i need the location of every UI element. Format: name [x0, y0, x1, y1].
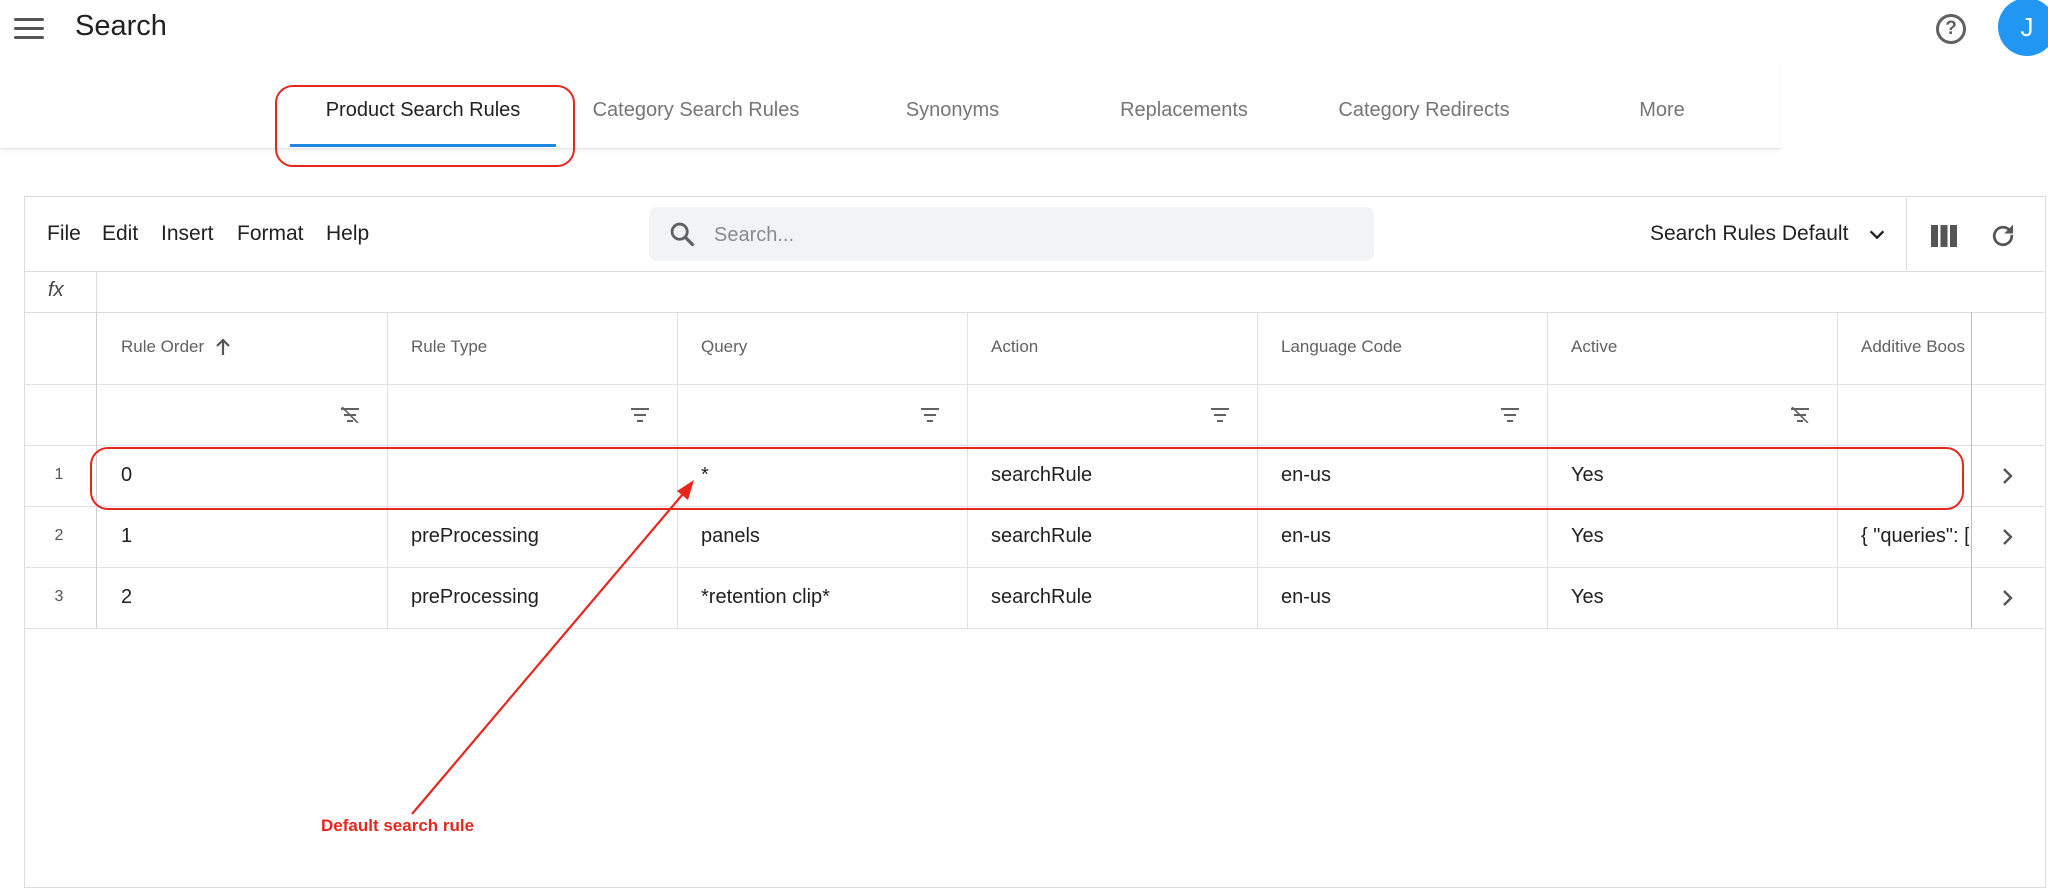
- filter-icon[interactable]: [630, 407, 650, 423]
- filter-off-icon[interactable]: [340, 407, 360, 423]
- column-header-rule-order[interactable]: Rule Order: [121, 337, 204, 357]
- column-header-additive-boost[interactable]: Additive Boos: [1861, 337, 1969, 357]
- toolbar-divider: [1906, 198, 1907, 270]
- cell-query[interactable]: panels: [701, 525, 760, 548]
- chevron-down-icon[interactable]: [1866, 224, 1888, 246]
- fx-divider: [96, 272, 97, 312]
- chevron-right-icon[interactable]: [1998, 528, 2016, 546]
- column-header-rule-type[interactable]: Rule Type: [411, 337, 487, 357]
- avatar[interactable]: J: [1998, 0, 2048, 56]
- help-icon[interactable]: ?: [1936, 14, 1966, 44]
- menu-format[interactable]: Format: [237, 222, 304, 246]
- cell-language-code[interactable]: en-us: [1281, 525, 1331, 548]
- filter-icon[interactable]: [1500, 407, 1520, 423]
- cell-rule-order[interactable]: 2: [121, 586, 132, 609]
- tab-category-search-rules[interactable]: Category Search Rules: [580, 99, 812, 122]
- cell-additive-boost[interactable]: { "queries": [: [1861, 525, 1969, 548]
- columns-icon[interactable]: [1931, 225, 1957, 247]
- cell-language-code[interactable]: en-us: [1281, 586, 1331, 609]
- cell-rule-order[interactable]: 1: [121, 525, 132, 548]
- column-header-active[interactable]: Active: [1571, 337, 1617, 357]
- row-divider: [24, 628, 2044, 629]
- menu-icon[interactable]: [14, 18, 44, 42]
- sort-ascending-icon[interactable]: [214, 337, 232, 357]
- row-number: 3: [54, 588, 64, 605]
- formula-bar[interactable]: [24, 271, 2044, 313]
- filter-icon[interactable]: [920, 407, 940, 423]
- column-header-query[interactable]: Query: [701, 337, 747, 357]
- chevron-right-icon[interactable]: [1998, 467, 2016, 485]
- filter-icon[interactable]: [1210, 407, 1230, 423]
- cell-query[interactable]: *retention clip*: [701, 586, 830, 609]
- column-header-action[interactable]: Action: [991, 337, 1038, 357]
- annotation-tab-highlight: [275, 85, 575, 167]
- cell-active[interactable]: Yes: [1571, 525, 1604, 548]
- column-header-language-code[interactable]: Language Code: [1281, 337, 1402, 357]
- header-row-divider: [24, 384, 2044, 385]
- filter-off-icon[interactable]: [1790, 407, 1810, 423]
- menu-insert[interactable]: Insert: [161, 222, 214, 246]
- tab-replacements[interactable]: Replacements: [1100, 99, 1268, 122]
- menu-file[interactable]: File: [47, 222, 81, 246]
- cell-action[interactable]: searchRule: [991, 586, 1092, 609]
- search-icon: [670, 222, 695, 247]
- annotation-arrow: [411, 480, 694, 815]
- tab-synonyms[interactable]: Synonyms: [880, 99, 1025, 122]
- pinned-col-divider: [1971, 312, 1972, 628]
- page-title: Search: [75, 10, 167, 42]
- view-select[interactable]: Search Rules Default: [1650, 222, 1848, 246]
- row-number: 2: [54, 527, 64, 544]
- menu-help[interactable]: Help: [326, 222, 369, 246]
- tab-more[interactable]: More: [1620, 99, 1704, 122]
- annotation-row-highlight: [90, 447, 1964, 510]
- row-divider: [24, 567, 2044, 568]
- chevron-right-icon[interactable]: [1998, 589, 2016, 607]
- menu-edit[interactable]: Edit: [102, 222, 138, 246]
- cell-action[interactable]: searchRule: [991, 525, 1092, 548]
- filter-row-divider: [24, 445, 2044, 446]
- cell-active[interactable]: Yes: [1571, 586, 1604, 609]
- tab-category-redirects[interactable]: Category Redirects: [1320, 99, 1528, 122]
- fx-label: fx: [48, 279, 64, 301]
- annotation-label: Default search rule: [321, 816, 475, 835]
- search-input[interactable]: [712, 214, 1356, 256]
- refresh-icon[interactable]: [1988, 221, 2018, 251]
- row-number: 1: [54, 466, 64, 483]
